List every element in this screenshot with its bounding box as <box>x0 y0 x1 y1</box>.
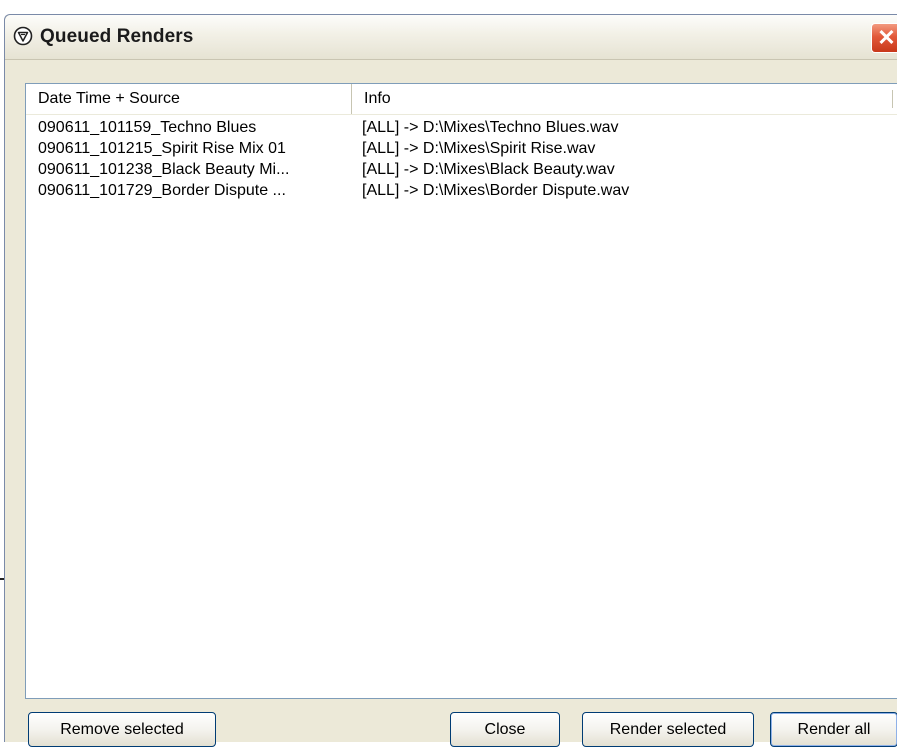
queued-renders-dialog: Queued Renders ✕ Date Time + Source Info… <box>4 14 897 747</box>
list-item-info: [ALL] -> D:\Mixes\Border Dispute.wav <box>362 182 630 199</box>
app-logo-icon <box>13 26 33 46</box>
column-header-info[interactable]: Info <box>351 84 891 114</box>
list-item[interactable]: 090611_101729_Border Dispute ... [ALL] -… <box>26 180 897 201</box>
list-item-source: 090611_101729_Border Dispute ... <box>38 182 286 199</box>
close-icon[interactable]: ✕ <box>871 23 897 53</box>
list-item-source: 090611_101215_Spirit Rise Mix 01 <box>38 140 286 157</box>
list-rows: 090611_101159_Techno Blues [ALL] -> D:\M… <box>26 117 897 201</box>
title-bar[interactable]: Queued Renders ✕ <box>5 15 897 60</box>
column-divider <box>892 90 893 108</box>
list-item-source: 090611_101159_Techno Blues <box>38 119 257 136</box>
list-item[interactable]: 090611_101159_Techno Blues [ALL] -> D:\M… <box>26 117 897 138</box>
window-title: Queued Renders <box>40 26 194 47</box>
list-item[interactable]: 090611_101215_Spirit Rise Mix 01 [ALL] -… <box>26 138 897 159</box>
list-item-source: 090611_101238_Black Beauty Mi... <box>38 161 290 178</box>
render-queue-list[interactable]: Date Time + Source Info 090611_101159_Te… <box>25 83 897 699</box>
column-header-source[interactable]: Date Time + Source <box>26 84 351 114</box>
list-item-info: [ALL] -> D:\Mixes\Spirit Rise.wav <box>362 140 596 157</box>
column-header-row: Date Time + Source Info <box>26 84 897 115</box>
list-item[interactable]: 090611_101238_Black Beauty Mi... [ALL] -… <box>26 159 897 180</box>
list-item-info: [ALL] -> D:\Mixes\Techno Blues.wav <box>362 119 619 136</box>
list-item-info: [ALL] -> D:\Mixes\Black Beauty.wav <box>362 161 615 178</box>
